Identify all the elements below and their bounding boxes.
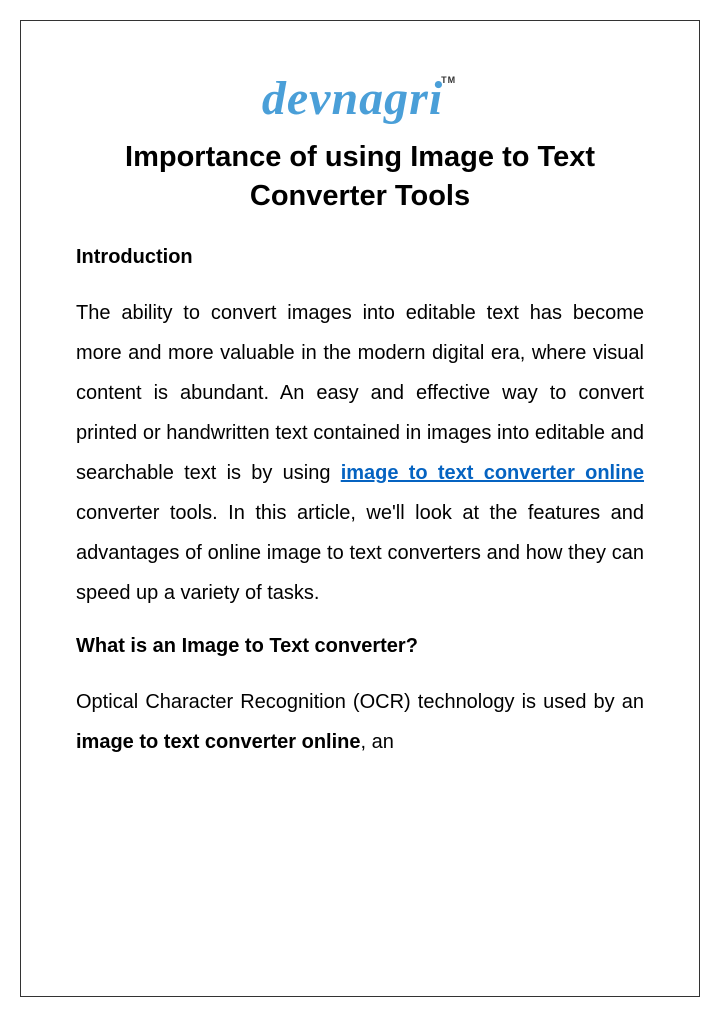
section2-heading: What is an Image to Text converter? <box>76 635 644 658</box>
logo-container: devnagriTM <box>76 71 644 126</box>
document-page: devnagriTM Importance of using Image to … <box>20 20 700 997</box>
trademark-symbol: TM <box>441 75 456 85</box>
intro-text-after-link: converter tools. In this article, we'll … <box>76 502 644 604</box>
intro-paragraph: The ability to convert images into edita… <box>76 293 644 613</box>
section2-text-after-bold: , an <box>361 731 394 753</box>
converter-link[interactable]: image to text converter online <box>341 462 644 484</box>
intro-heading: Introduction <box>76 246 644 269</box>
section2-bold-text: image to text converter online <box>76 731 361 753</box>
section2-paragraph: Optical Character Recognition (OCR) tech… <box>76 682 644 762</box>
section2-text-before-bold: Optical Character Recognition (OCR) tech… <box>76 691 644 713</box>
document-title: Importance of using Image to Text Conver… <box>76 138 644 216</box>
brand-logo: devnagriTM <box>262 71 458 126</box>
intro-text-before-link: The ability to convert images into edita… <box>76 302 644 484</box>
logo-text: devnagri <box>262 72 443 125</box>
